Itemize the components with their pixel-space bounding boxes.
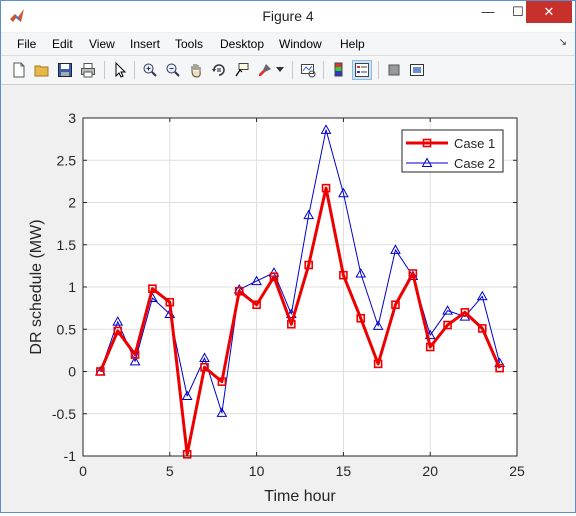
new-figure-icon[interactable] [9, 60, 29, 80]
legend[interactable]: Case 1 Case 2 [401, 129, 504, 173]
edit-plot-arrow-icon[interactable] [110, 60, 130, 80]
y-tick-label: 1 [68, 279, 76, 295]
insert-legend-icon[interactable] [352, 60, 372, 80]
hide-plot-tools-icon[interactable] [384, 60, 404, 80]
toolbar-separator [104, 61, 105, 79]
y-tick-label: 0 [68, 364, 76, 380]
save-icon[interactable] [55, 60, 75, 80]
menu-help[interactable]: Help [340, 37, 365, 51]
toolbar-separator [323, 61, 324, 79]
close-button[interactable]: ✕ [526, 1, 572, 23]
toolbar-separator [378, 61, 379, 79]
insert-colorbar-icon[interactable] [329, 60, 349, 80]
menu-window[interactable]: Window [279, 37, 322, 51]
figure-canvas: -1 -0.5 0 0.5 1 1.5 2 2.5 3 0 5 10 15 20 25 Time hour… [2, 85, 574, 511]
zoom-out-icon[interactable] [163, 60, 183, 80]
show-plot-tools-icon[interactable] [407, 60, 427, 80]
menu-bar: File Edit View Insert Tools Desktop Wind… [1, 33, 575, 56]
x-tick-label: 15 [336, 463, 352, 479]
menu-tools[interactable]: Tools [175, 37, 203, 51]
y-tick-label: 0.5 [57, 321, 77, 337]
legend-label: Case 1 [454, 136, 495, 151]
x-tick-label: 0 [79, 463, 87, 479]
y-tick-label: -1 [64, 448, 77, 464]
open-file-icon[interactable] [32, 60, 52, 80]
menu-view[interactable]: View [89, 37, 115, 51]
menu-insert[interactable]: Insert [130, 37, 160, 51]
figure-window: Figure 4 — ☐ ✕ File Edit View Insert Too… [0, 0, 576, 513]
toolbar-separator [134, 61, 135, 79]
y-axis-label: DR schedule (MW) [28, 219, 45, 354]
y-tick-label: 1.5 [57, 237, 77, 253]
x-tick-label: 10 [249, 463, 265, 479]
figure-toolbar [1, 56, 575, 85]
x-tick-label: 25 [509, 463, 525, 479]
chart[interactable]: -1 -0.5 0 0.5 1 1.5 2 2.5 3 0 5 10 15 20 25 Time hour… [2, 85, 574, 511]
rotate-3d-icon[interactable] [209, 60, 229, 80]
brush-dropdown-icon[interactable] [274, 60, 286, 80]
x-tick-label: 5 [166, 463, 174, 479]
link-plot-icon[interactable] [298, 60, 318, 80]
legend-label: Case 2 [454, 156, 495, 171]
menu-desktop[interactable]: Desktop [220, 37, 264, 51]
brush-icon[interactable] [255, 60, 275, 80]
minimize-button[interactable]: — [471, 1, 505, 23]
menu-edit[interactable]: Edit [52, 37, 73, 51]
y-tick-label: 3 [68, 110, 76, 126]
pan-hand-icon[interactable] [186, 60, 206, 80]
x-axis-label: Time hour [264, 488, 336, 505]
y-tick-label: -0.5 [52, 406, 76, 422]
x-tick-label: 20 [422, 463, 438, 479]
y-tick-label: 2.5 [57, 152, 77, 168]
undock-arrow-icon[interactable]: ↘ [559, 37, 567, 48]
data-cursor-icon[interactable] [232, 60, 252, 80]
menu-file[interactable]: File [17, 37, 36, 51]
print-icon[interactable] [78, 60, 98, 80]
y-tick-label: 2 [68, 195, 76, 211]
toolbar-separator [292, 61, 293, 79]
zoom-in-icon[interactable] [140, 60, 160, 80]
title-bar: Figure 4 — ☐ ✕ [1, 1, 575, 32]
